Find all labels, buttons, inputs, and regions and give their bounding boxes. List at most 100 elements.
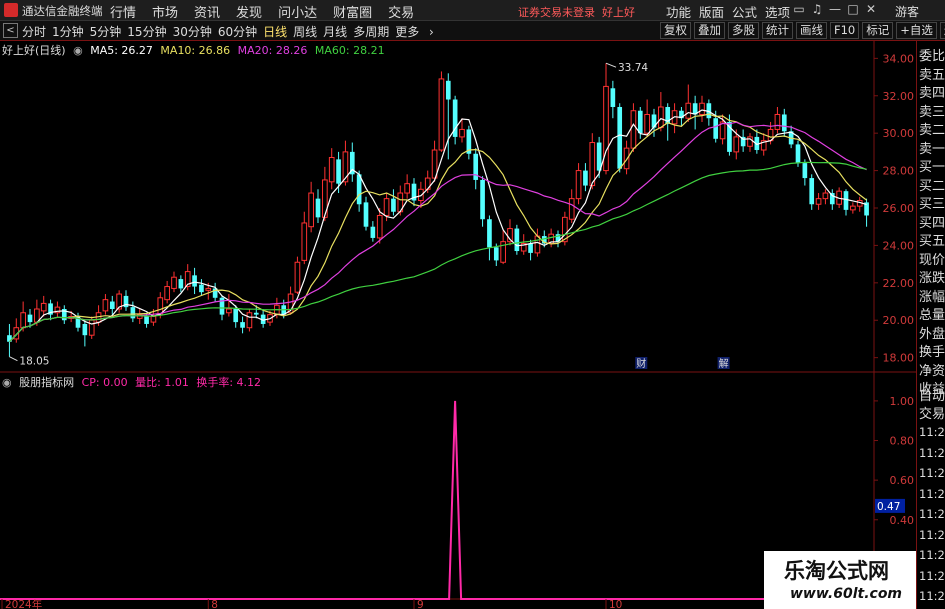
- chart-area[interactable]: 34.00 32.00 30.00 28.00 26.00 24.00 22.00 20.00…: [0, 41, 916, 609]
- candle-body[interactable]: [795, 144, 801, 164]
- candle-body[interactable]: [164, 286, 170, 301]
- candle-body[interactable]: [829, 193, 835, 205]
- skin-icon[interactable]: ▭: [790, 2, 808, 16]
- candle-body[interactable]: [144, 316, 149, 324]
- candle-body[interactable]: [568, 198, 575, 220]
- period-60min[interactable]: 60分钟: [218, 23, 257, 40]
- candle-body[interactable]: [583, 170, 588, 186]
- adjust-button[interactable]: 复权: [660, 22, 691, 39]
- candle-body[interactable]: [822, 192, 829, 200]
- period-1min[interactable]: 1分钟: [52, 23, 84, 40]
- menu-item-formula[interactable]: 公式: [732, 2, 757, 21]
- period-15min[interactable]: 15分钟: [127, 23, 166, 40]
- candle-body[interactable]: [850, 205, 856, 211]
- candle-body[interactable]: [630, 110, 637, 149]
- candle-body[interactable]: [205, 287, 212, 291]
- candle-body[interactable]: [637, 110, 643, 134]
- candle-body[interactable]: [27, 314, 33, 323]
- quote-bottom-label[interactable]: 自动: [919, 385, 945, 404]
- candle-body[interactable]: [240, 322, 245, 328]
- period-multi[interactable]: 多周期: [353, 23, 389, 40]
- candle-body[interactable]: [383, 198, 390, 216]
- candle-body[interactable]: [617, 106, 623, 169]
- period-intraday[interactable]: 分时: [22, 23, 46, 40]
- candle-body[interactable]: [644, 113, 650, 134]
- candle-body[interactable]: [233, 309, 239, 323]
- candle-body[interactable]: [809, 178, 815, 205]
- candle-body[interactable]: [88, 319, 95, 336]
- candle-body[interactable]: [391, 198, 396, 212]
- candle-body[interactable]: [301, 222, 308, 261]
- candle-body[interactable]: [40, 302, 47, 312]
- candle-body[interactable]: [493, 247, 499, 261]
- candle-body[interactable]: [534, 235, 541, 254]
- f10-button[interactable]: F10: [830, 22, 860, 39]
- candle-body[interactable]: [843, 191, 849, 210]
- candle-body[interactable]: [370, 226, 376, 238]
- candle-body[interactable]: [781, 114, 787, 132]
- candle-body[interactable]: [226, 308, 232, 314]
- candle-body[interactable]: [130, 307, 136, 319]
- minimize-icon[interactable]: —: [826, 2, 844, 16]
- candle-body[interactable]: [445, 80, 451, 100]
- candle-body[interactable]: [328, 156, 335, 183]
- menu-item-discover[interactable]: 发现: [236, 2, 262, 21]
- return-button[interactable]: 返回: [939, 22, 945, 39]
- candle-body[interactable]: [199, 284, 204, 293]
- candle-body[interactable]: [404, 183, 410, 194]
- candle-body[interactable]: [178, 279, 184, 289]
- candle-body[interactable]: [623, 147, 630, 170]
- candle-body[interactable]: [733, 136, 740, 153]
- menu-item-wealth[interactable]: 财富圈: [333, 2, 372, 21]
- candle-body[interactable]: [589, 142, 596, 187]
- multi-stock-button[interactable]: 多股: [728, 22, 759, 39]
- candle-body[interactable]: [774, 113, 781, 130]
- candle-body[interactable]: [363, 202, 369, 227]
- menu-item-market[interactable]: 行情: [110, 2, 136, 21]
- menu-item-markets[interactable]: 市场: [152, 2, 178, 21]
- period-more[interactable]: 更多 ›: [395, 23, 440, 40]
- candle-body[interactable]: [528, 243, 533, 253]
- overlay-button[interactable]: 叠加: [694, 22, 725, 39]
- period-5min[interactable]: 5分钟: [90, 23, 122, 40]
- stock-name[interactable]: 好上好(日线): [2, 44, 66, 57]
- period-weekly[interactable]: 周线: [293, 23, 317, 40]
- bell-icon[interactable]: ♫: [808, 2, 826, 16]
- candle-body[interactable]: [192, 275, 197, 287]
- back-icon[interactable]: <: [3, 23, 18, 38]
- menu-item-news[interactable]: 资讯: [194, 2, 220, 21]
- candle-body[interactable]: [246, 312, 253, 329]
- period-30min[interactable]: 30分钟: [173, 23, 212, 40]
- indicator-name[interactable]: 股朋指标网: [19, 376, 74, 389]
- candle-body[interactable]: [150, 315, 157, 323]
- kline-chart[interactable]: 34.00 32.00 30.00 28.00 26.00 24.00 22.00 20.00…: [0, 41, 916, 609]
- mark-button[interactable]: 标记: [862, 22, 894, 39]
- candle-body[interactable]: [308, 192, 314, 228]
- candle-body[interactable]: [294, 261, 301, 293]
- candle-body[interactable]: [171, 276, 177, 289]
- add-watchlist-button[interactable]: +自选: [896, 22, 937, 39]
- period-monthly[interactable]: 月线: [323, 23, 347, 40]
- candle-body[interactable]: [376, 214, 383, 239]
- candle-body[interactable]: [815, 198, 822, 205]
- candle-body[interactable]: [102, 299, 109, 312]
- guest-label[interactable]: 游客: [895, 3, 919, 20]
- settings-icon[interactable]: ◉: [73, 44, 83, 57]
- candle-body[interactable]: [82, 323, 88, 336]
- login-notice[interactable]: 证券交易未登录 好上好: [518, 4, 635, 20]
- draw-button[interactable]: 画线: [796, 22, 827, 39]
- close-icon[interactable]: ✕: [862, 2, 880, 16]
- indicator-settings-icon[interactable]: ◉: [2, 376, 12, 389]
- candle-body[interactable]: [438, 78, 445, 151]
- candle-body[interactable]: [459, 128, 465, 138]
- candle-body[interactable]: [315, 198, 321, 218]
- candle-body[interactable]: [109, 301, 115, 310]
- candle-body[interactable]: [253, 312, 259, 315]
- candle-body[interactable]: [699, 102, 705, 115]
- menu-item-options[interactable]: 选项: [765, 2, 790, 21]
- candle-body[interactable]: [610, 88, 616, 107]
- candle-body[interactable]: [575, 170, 582, 200]
- quote-bottom-label[interactable]: 交易: [919, 403, 945, 422]
- period-daily[interactable]: 日线: [263, 23, 287, 40]
- menu-item-ask[interactable]: 问小达: [278, 2, 317, 21]
